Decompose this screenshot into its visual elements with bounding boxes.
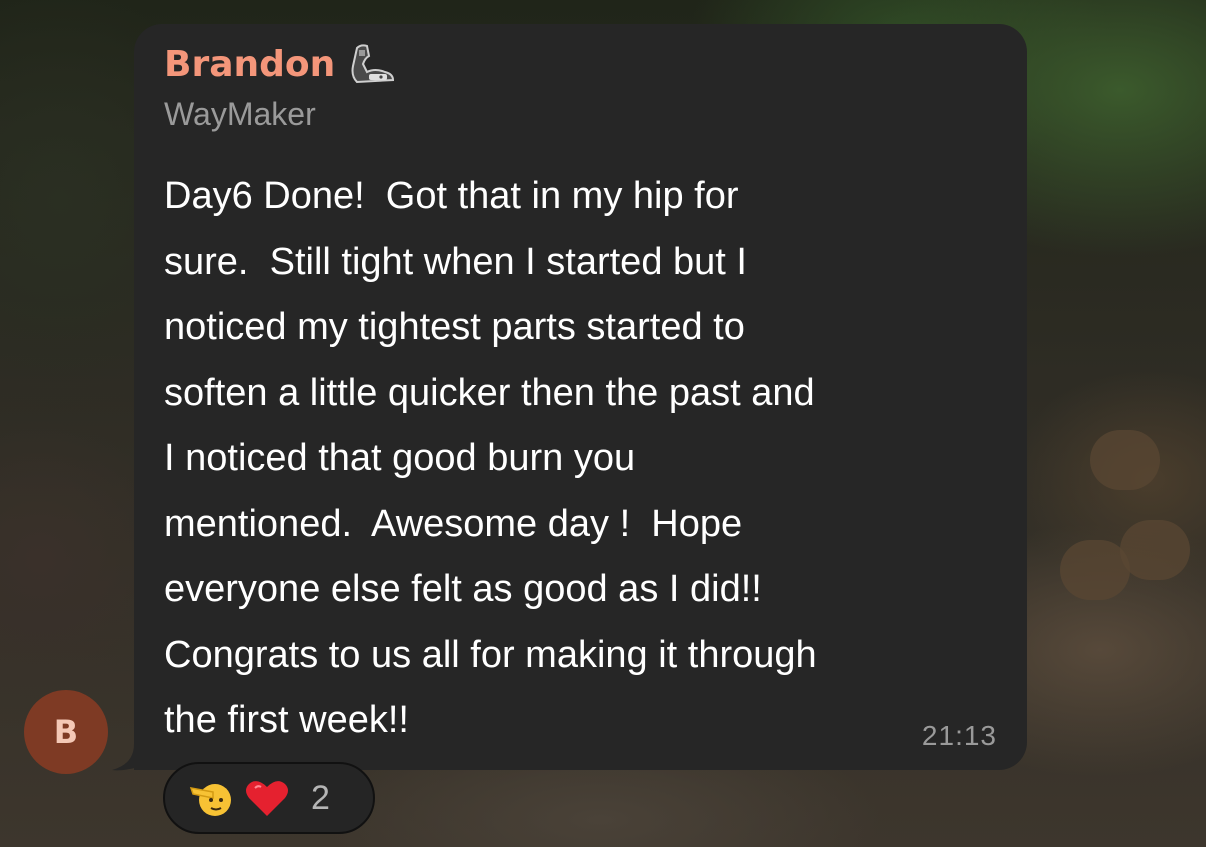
flexed-biceps-icon: [351, 44, 395, 84]
background-decoration: [1090, 430, 1160, 490]
message-line: the first week!!: [164, 699, 409, 741]
message-text: Day6 Done! Got that in my hip for sure. …: [164, 164, 1014, 754]
message-timestamp: 21:13: [921, 720, 997, 751]
saluting-face-icon[interactable]: [187, 774, 235, 822]
message-line: I noticed that good burn you: [164, 437, 636, 479]
reaction-count: 2: [311, 778, 330, 817]
message-line: sure. Still tight when I started but I: [164, 240, 747, 283]
avatar-initial: B: [53, 713, 79, 751]
red-heart-icon[interactable]: [243, 774, 291, 822]
message-line: Congrats to us all for making it through: [164, 633, 817, 676]
message-bubble[interactable]: Brandon WayMaker Day6 Done! Got that in …: [134, 24, 1027, 770]
sender-name[interactable]: Brandon: [164, 44, 335, 85]
message-line: soften a little quicker then the past an…: [164, 371, 815, 414]
avatar[interactable]: B: [24, 690, 108, 774]
reactions-bar[interactable]: 2: [163, 762, 375, 834]
message-line: noticed my tightest parts started to: [164, 306, 745, 348]
background-decoration: [1120, 520, 1190, 580]
sender-header: Brandon: [164, 42, 399, 86]
message-line: everyone else felt as good as I did!!: [164, 568, 762, 610]
background-decoration: [1060, 540, 1130, 600]
sender-title: WayMaker: [164, 96, 316, 132]
message-line: Day6 Done! Got that in my hip for: [164, 175, 739, 217]
message-line: mentioned. Awesome day ! Hope: [164, 502, 743, 545]
